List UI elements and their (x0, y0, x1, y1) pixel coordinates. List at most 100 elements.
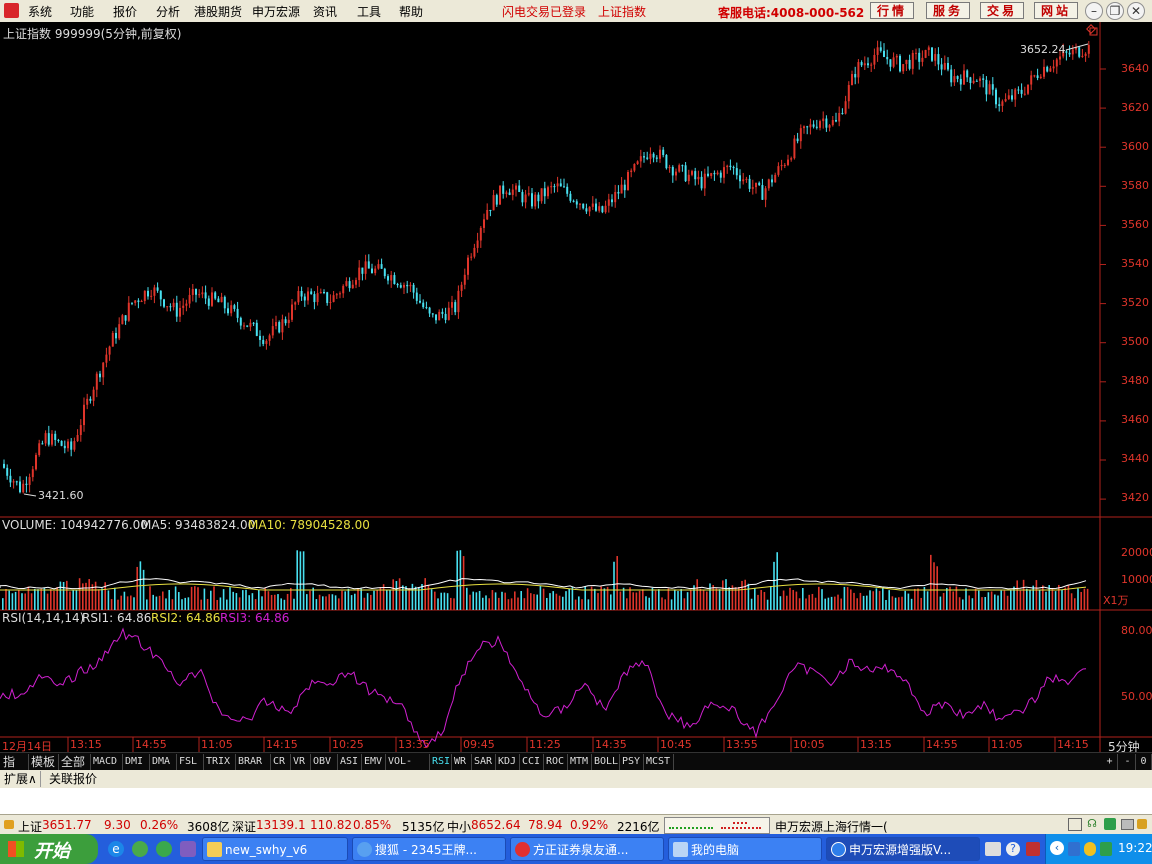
price-candle (847, 85, 850, 102)
menu-tools[interactable]: 工具 (357, 3, 381, 20)
tab-emv[interactable]: EMV (362, 754, 386, 770)
tab-voltdx[interactable]: VOL-TDX (386, 754, 430, 783)
desktop-icon[interactable] (156, 841, 172, 857)
start-button[interactable]: 开始 (0, 834, 98, 864)
volume-bar (267, 591, 270, 610)
menu-help[interactable]: 帮助 (399, 3, 423, 20)
volume-bar (251, 593, 254, 610)
volume-bar (878, 590, 881, 610)
volume-bar (613, 561, 615, 610)
task-my-computer[interactable]: 我的电脑 (668, 837, 822, 861)
tab-wr[interactable]: WR (452, 754, 472, 770)
signal-icon[interactable]: ☊ (1086, 818, 1098, 830)
tab-cn2[interactable]: 全部 (59, 754, 91, 770)
security-icon[interactable] (1100, 842, 1112, 856)
close-icon[interactable]: ✕ (1127, 2, 1145, 20)
chart-canvas[interactable] (0, 22, 1152, 752)
network-icon[interactable] (1104, 818, 1116, 830)
tab-cr[interactable]: CR (271, 754, 291, 770)
tab-mcst[interactable]: MCST (644, 754, 674, 770)
price-candle (643, 156, 645, 158)
volume-bar (261, 596, 263, 610)
tab-obv[interactable]: OBV (311, 754, 338, 770)
related-quotes-tab[interactable]: 关联报价 (46, 771, 100, 787)
ie-icon[interactable]: e (108, 841, 124, 857)
hotline-text: 客服电话:4008-000-562 (718, 6, 865, 20)
menu-swhy[interactable]: 申万宏源 (252, 3, 300, 20)
tab-asi[interactable]: ASI (338, 754, 362, 770)
price-candle (905, 59, 908, 65)
tab-roc[interactable]: ROC (544, 754, 568, 770)
chevron-left-icon[interactable]: ‹ (1050, 841, 1064, 855)
expand-button[interactable]: 扩展∧ (1, 771, 41, 787)
media-icon[interactable] (180, 841, 196, 857)
keyboard-icon[interactable] (985, 842, 1001, 856)
lock-status-icon[interactable] (1137, 819, 1147, 829)
tab-vr[interactable]: VR (291, 754, 311, 770)
window-icon[interactable] (1068, 818, 1082, 831)
volume-bar (174, 586, 177, 610)
task-folder[interactable]: new_swhy_v6 (202, 837, 348, 861)
volume-bar (360, 588, 362, 610)
quotes-button[interactable]: 行情 (870, 2, 914, 19)
tab-dmi[interactable]: DMI (123, 754, 150, 770)
trade-button[interactable]: 交易 (980, 2, 1024, 19)
tab-cn1[interactable]: 模板 (29, 754, 59, 770)
print-icon[interactable] (1121, 819, 1134, 830)
tab-psy[interactable]: PSY (620, 754, 644, 770)
task-founder[interactable]: 方正证券泉友通... (510, 837, 664, 861)
restore-icon[interactable]: ❐ (1106, 2, 1124, 20)
tab-fsl[interactable]: FSL (177, 754, 204, 770)
volume-bar (536, 594, 538, 610)
volume-bar (875, 588, 878, 610)
menu-function[interactable]: 功能 (70, 3, 94, 20)
tab-mtm[interactable]: MTM (568, 754, 592, 770)
price-candle (755, 182, 757, 188)
tab-sar[interactable]: SAR (472, 754, 496, 770)
price-candle (959, 78, 962, 85)
price-candle (409, 284, 412, 287)
tab-kdj[interactable]: KDJ (496, 754, 520, 770)
tab-cci[interactable]: CCI (520, 754, 544, 770)
tab-dma[interactable]: DMA (150, 754, 177, 770)
zoom-out-button[interactable]: - (1120, 754, 1136, 770)
volume-bar (754, 588, 756, 610)
volume-bar (667, 588, 670, 610)
price-candle (764, 188, 767, 200)
menu-news[interactable]: 资讯 (313, 3, 337, 20)
minimize-icon[interactable]: – (1085, 2, 1103, 20)
task-swhy[interactable]: 申万宏源增强版V... (826, 837, 980, 861)
volume-bar (66, 580, 68, 610)
help-icon[interactable]: ? (1006, 842, 1020, 856)
volume-bar (126, 596, 129, 610)
tab-brar[interactable]: BRAR (236, 754, 271, 770)
menu-system[interactable]: 系统 (28, 3, 52, 20)
menu-quotes[interactable]: 报价 (113, 3, 137, 20)
website-button[interactable]: 网站 (1034, 2, 1078, 19)
shield-icon[interactable] (1068, 842, 1080, 856)
broker-feed[interactable]: 申万宏源上海行情一( (775, 818, 888, 835)
service-button[interactable]: 服务 (926, 2, 970, 19)
language-icon[interactable] (1026, 842, 1040, 856)
price-candle (911, 52, 914, 69)
price-candle (550, 186, 553, 188)
indicator-tabs: 指标模板全部MACDDMIDMAFSLTRIXBRARCRVROBVASIEMV… (0, 752, 1152, 785)
qq-icon[interactable] (1084, 842, 1096, 856)
tab-trix[interactable]: TRIX (204, 754, 236, 770)
menu-analysis[interactable]: 分析 (156, 3, 180, 20)
menu-hk-futures[interactable]: 港股期货 (194, 3, 242, 20)
tab-cn0[interactable]: 指标 (1, 754, 29, 785)
tab-boll[interactable]: BOLL (592, 754, 620, 770)
volume-bar (882, 588, 884, 610)
browser-icon[interactable] (132, 841, 148, 857)
tab-rsi[interactable]: RSI (430, 754, 452, 770)
price-candle (86, 398, 89, 405)
price-candle (172, 302, 175, 308)
zoom-reset-button[interactable]: 0 (1136, 754, 1152, 770)
chart-area[interactable]: 上证指数 999999(5分钟,前复权) 3652.24 3421.60 364… (0, 22, 1152, 754)
zoom-in-button[interactable]: + (1102, 754, 1118, 770)
price-candle (575, 201, 578, 205)
tab-macd[interactable]: MACD (91, 754, 123, 770)
task-sohu[interactable]: 搜狐 - 2345王牌... (352, 837, 506, 861)
volume-bar (939, 596, 942, 610)
